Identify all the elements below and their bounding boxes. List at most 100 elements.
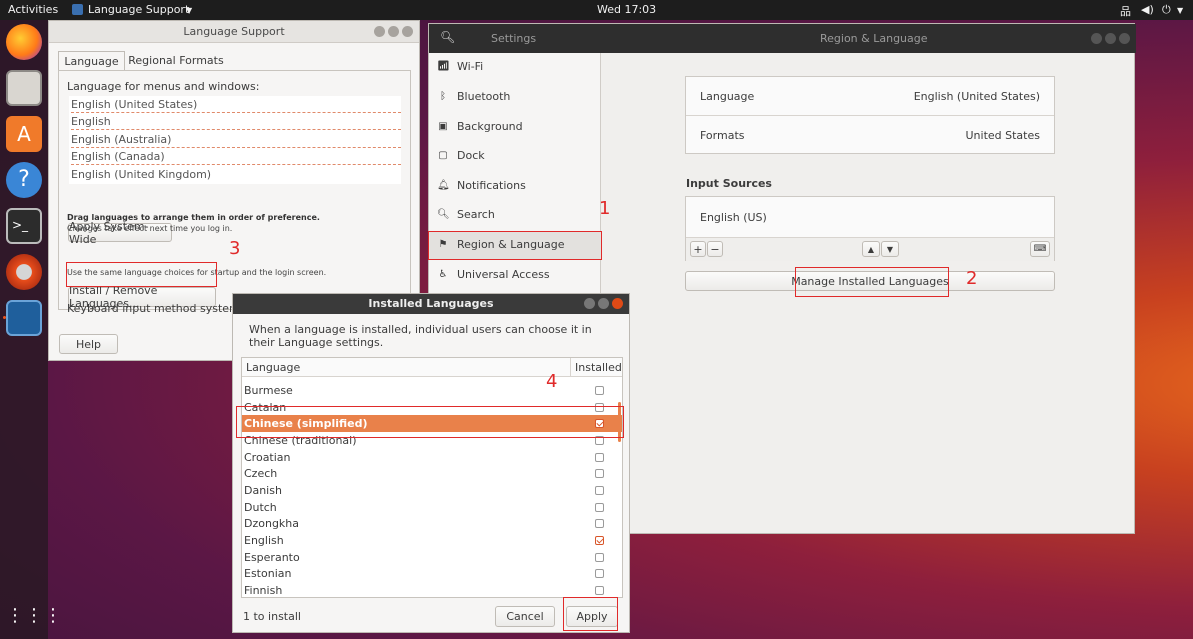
running-indicator xyxy=(3,316,6,319)
list-item[interactable]: English xyxy=(71,113,401,130)
minimize-icon[interactable] xyxy=(374,26,385,37)
close-icon[interactable] xyxy=(612,298,623,309)
table-row[interactable]: Catalan xyxy=(244,399,620,416)
language-value: English (United States) xyxy=(913,90,1040,103)
help-icon[interactable]: ? xyxy=(6,162,42,198)
language-list[interactable]: English (United States) English English … xyxy=(69,96,401,184)
annotation-number-2: 2 xyxy=(966,268,978,289)
window-title: Language Support xyxy=(183,25,285,38)
dock-icon: ▢ xyxy=(438,150,448,161)
move-up-icon[interactable]: ▲ xyxy=(862,241,880,257)
installed-languages-dialog: Installed Languages When a language is i… xyxy=(232,293,630,633)
search-icon[interactable]: 🔍︎ xyxy=(440,30,455,44)
input-sources-toolbar: + − ▲ ▼ ⌨ xyxy=(686,237,1054,261)
keyboard-icon[interactable]: ⌨ xyxy=(1030,241,1050,257)
list-item[interactable]: English (United States) xyxy=(71,96,401,113)
firefox-icon[interactable] xyxy=(6,24,42,60)
list-item[interactable]: English (United Kingdom) xyxy=(71,166,401,183)
column-installed[interactable]: Installed xyxy=(575,361,622,374)
input-source-item[interactable]: English (US) xyxy=(700,211,767,224)
sidebar-item-notifications[interactable]: 🔔︎ Notifications xyxy=(429,172,601,201)
language-formats-box: Language English (United States) Formats… xyxy=(685,76,1055,154)
system-menu-chevron-icon[interactable]: ▼ xyxy=(1177,6,1183,15)
table-row[interactable]: Burmese xyxy=(244,382,620,399)
app-menu[interactable]: Language Support xyxy=(88,3,189,16)
table-row[interactable]: Danish xyxy=(244,482,620,499)
keyboard-input-label: Keyboard input method system: xyxy=(67,302,244,315)
bell-icon: 🔔︎ xyxy=(437,180,450,191)
manage-installed-languages-button[interactable]: Manage Installed Languages xyxy=(685,271,1055,291)
settings-icon[interactable] xyxy=(6,254,42,290)
tab-panel: Language for menus and windows: English … xyxy=(58,70,411,310)
table-row[interactable]: English xyxy=(244,532,620,549)
maximize-icon[interactable] xyxy=(1105,33,1116,44)
list-item[interactable]: English (Canada) xyxy=(71,148,401,165)
software-icon[interactable]: A xyxy=(6,116,42,152)
languages-table: Language Installed Burmese Catalan Chine… xyxy=(241,357,623,598)
install-status: 1 to install xyxy=(243,610,301,623)
table-row[interactable]: Czech xyxy=(244,465,620,482)
sidebar-item-bluetooth[interactable]: ᛒ Bluetooth xyxy=(429,83,601,112)
table-row[interactable]: Estonian xyxy=(244,565,620,582)
dialog-titlebar[interactable]: Installed Languages xyxy=(233,294,629,314)
bluetooth-icon: ᛒ xyxy=(440,91,446,102)
remove-icon[interactable]: − xyxy=(707,241,723,257)
flag-icon: ⚑ xyxy=(438,239,448,250)
scrollbar[interactable] xyxy=(618,402,621,442)
language-support-titlebar[interactable]: Language Support xyxy=(49,21,419,43)
close-icon[interactable] xyxy=(1119,33,1130,44)
changes-note: Changes take effect next time you log in… xyxy=(67,224,233,233)
accessibility-icon: ♿︎ xyxy=(438,269,448,280)
close-icon[interactable] xyxy=(402,26,413,37)
table-row[interactable]: Croatian xyxy=(244,449,620,466)
same-note: Use the same language choices for startu… xyxy=(67,268,327,277)
table-row-selected[interactable]: Chinese (simplified) xyxy=(244,415,620,432)
cancel-button[interactable]: Cancel xyxy=(495,606,555,627)
table-row[interactable]: Finnish xyxy=(244,582,620,597)
table-row[interactable]: Dutch xyxy=(244,499,620,516)
dock: A ? >_ ⋮⋮⋮ xyxy=(0,20,62,639)
terminal-icon[interactable]: >_ xyxy=(6,208,42,244)
clock[interactable]: Wed 17:03 xyxy=(597,3,656,16)
minimize-icon[interactable] xyxy=(1091,33,1102,44)
chevron-down-icon[interactable]: ▼ xyxy=(186,6,192,15)
formats-row[interactable]: Formats United States xyxy=(686,116,1054,154)
table-row[interactable]: Chinese (traditional) xyxy=(244,432,620,449)
power-icon[interactable]: ⏻ xyxy=(1162,3,1171,17)
network-icon[interactable]: 品 xyxy=(1120,3,1131,19)
maximize-icon[interactable] xyxy=(598,298,609,309)
table-row[interactable]: Esperanto xyxy=(244,549,620,566)
settings-title: Region & Language xyxy=(820,32,928,45)
files-icon[interactable] xyxy=(6,70,42,106)
tab-language[interactable]: Language xyxy=(58,51,125,71)
drag-note: Drag languages to arrange them in order … xyxy=(67,213,320,222)
annotation-number-4: 4 xyxy=(546,371,558,392)
column-language[interactable]: Language xyxy=(246,361,300,374)
settings-headerbar[interactable]: 🔍︎ Settings Region & Language xyxy=(429,24,1136,53)
add-icon[interactable]: + xyxy=(690,241,706,257)
sidebar-item-region-language[interactable]: ⚑ Region & Language xyxy=(429,231,601,260)
sidebar-item-universal-access[interactable]: ♿︎ Universal Access xyxy=(429,261,601,290)
maximize-icon[interactable] xyxy=(388,26,399,37)
menus-label: Language for menus and windows: xyxy=(67,80,260,93)
sidebar-item-dock[interactable]: ▢ Dock xyxy=(429,142,601,171)
formats-value: United States xyxy=(965,129,1041,142)
list-item[interactable]: English (Australia) xyxy=(71,131,401,148)
move-down-icon[interactable]: ▼ xyxy=(881,241,899,257)
activities-button[interactable]: Activities xyxy=(8,3,58,16)
formats-label: Formats xyxy=(700,129,745,142)
input-sources-box: English (US) + − ▲ ▼ ⌨ xyxy=(685,196,1055,261)
apply-button[interactable]: Apply xyxy=(566,606,618,627)
sidebar-item-background[interactable]: ▣ Background xyxy=(429,113,601,142)
volume-icon[interactable]: ◀) xyxy=(1141,3,1154,16)
tab-regional-formats[interactable]: Regional Formats xyxy=(126,51,226,71)
apps-grid-icon[interactable]: ⋮⋮⋮ xyxy=(6,598,62,634)
table-row[interactable]: Dzongkha xyxy=(244,515,620,532)
minimize-icon[interactable] xyxy=(584,298,595,309)
sidebar-item-wifi[interactable]: 📶︎ Wi-Fi xyxy=(429,53,601,82)
sidebar-item-search[interactable]: 🔍︎ Search xyxy=(429,201,601,230)
language-row[interactable]: Language English (United States) xyxy=(686,77,1054,116)
language-icon[interactable] xyxy=(6,300,42,336)
languages-rows: Burmese Catalan Chinese (simplified) Chi… xyxy=(242,378,622,597)
help-button[interactable]: Help xyxy=(59,334,118,354)
